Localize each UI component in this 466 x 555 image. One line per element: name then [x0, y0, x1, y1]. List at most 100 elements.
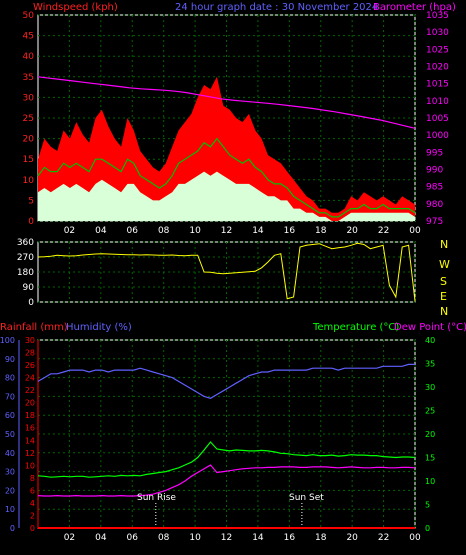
temperature-tick-label: 40 [425, 336, 435, 345]
x-tick-label: 18 [315, 533, 327, 543]
temperature-tick-label: 10 [425, 477, 435, 486]
humidity-tick-label: 100 [0, 336, 15, 345]
x-tick-label: 14 [252, 533, 264, 543]
y-tick-label: 30 [23, 93, 35, 103]
x-tick-label: 00 [409, 533, 421, 543]
y2-tick-label: 1020 [426, 63, 449, 73]
temperature-tick-label: 30 [425, 383, 435, 392]
y2-tick-label: 985 [426, 183, 443, 193]
compass-label: N [440, 305, 448, 318]
y2-tick-label: 1010 [426, 97, 449, 107]
y-tick-label: 15 [23, 155, 34, 165]
humidity-tick-label: 30 [5, 468, 15, 477]
x-tick-label: 16 [284, 226, 296, 236]
compass-label: S [440, 275, 447, 288]
x-tick-label: 18 [315, 226, 327, 236]
y-tick-label: 40 [23, 52, 35, 62]
x-tick-label: 02 [64, 533, 75, 543]
rainfall-tick-label: 22 [25, 386, 35, 395]
dewpoint-axis-title: Dew Point (°C) [394, 322, 466, 333]
y-tick-label: 10 [23, 176, 35, 186]
y-tick-label: 25 [23, 114, 34, 124]
temperature-axis-title: Temperature (°C) [312, 322, 399, 333]
y-tick-label: 50 [23, 11, 35, 21]
y2-tick-label: 1030 [426, 28, 449, 38]
rainfall-tick-label: 14 [25, 436, 35, 445]
humidity-axis-title: Humidity (%) [66, 322, 132, 333]
rainfall-tick-label: 30 [25, 336, 35, 345]
y2-tick-label: 1035 [426, 11, 449, 21]
rainfall-tick-label: 18 [25, 411, 35, 420]
x-tick-label: 10 [189, 226, 201, 236]
y2-tick-label: 1025 [426, 45, 449, 55]
x-tick-label: 08 [158, 533, 170, 543]
x-tick-label: 08 [158, 226, 170, 236]
sunrise-label: Sun Rise [137, 493, 176, 503]
y-tick-label: 20 [23, 135, 35, 145]
y-tick-label: 360 [17, 238, 34, 248]
x-tick-label: 20 [346, 226, 358, 236]
x-tick-label: 04 [95, 226, 107, 236]
y-tick-label: 0 [28, 298, 34, 308]
compass-label: W [439, 258, 450, 271]
rainfall-tick-label: 10 [25, 461, 35, 470]
humidity-tick-label: 80 [5, 374, 15, 383]
temperature-tick-label: 0 [425, 524, 430, 533]
rainfall-axis-title: Rainfall (mm) [0, 322, 68, 333]
humidity-tick-label: 50 [5, 430, 15, 439]
rainfall-tick-label: 16 [25, 424, 35, 433]
x-tick-label: 12 [221, 533, 232, 543]
x-tick-label: 22 [378, 533, 389, 543]
x-tick-label: 20 [346, 533, 358, 543]
humidity-tick-label: 60 [5, 411, 15, 420]
humidity-tick-label: 40 [5, 449, 15, 458]
wind-axis-title: Windspeed (kph) [33, 2, 118, 13]
x-tick-label: 04 [95, 533, 107, 543]
y2-tick-label: 1000 [426, 131, 449, 141]
y2-tick-label: 990 [426, 166, 443, 176]
y-tick-label: 35 [23, 73, 34, 83]
compass-label: E [440, 290, 447, 303]
x-tick-label: 14 [252, 226, 264, 236]
rainfall-tick-label: 24 [25, 374, 35, 383]
rainfall-tick-label: 20 [25, 399, 35, 408]
rainfall-tick-label: 6 [30, 486, 35, 495]
sunset-label: Sun Set [289, 493, 324, 503]
y-tick-label: 270 [17, 253, 34, 263]
rainfall-tick-label: 26 [25, 361, 35, 370]
y2-tick-label: 995 [426, 148, 443, 158]
rainfall-tick-label: 12 [25, 449, 35, 458]
temperature-tick-label: 20 [425, 430, 435, 439]
x-tick-label: 10 [189, 533, 201, 543]
y-tick-label: 45 [23, 32, 34, 42]
y2-tick-label: 1015 [426, 80, 449, 90]
y-tick-label: 180 [17, 268, 34, 278]
temperature-tick-label: 15 [425, 454, 435, 463]
y2-tick-label: 1005 [426, 114, 449, 124]
y-tick-label: 90 [23, 283, 35, 293]
rainfall-tick-label: 0 [30, 524, 35, 533]
wind-plot: 0510152025303540455097598098599099510001… [23, 11, 450, 236]
rainfall-tick-label: 28 [25, 349, 35, 358]
x-tick-label: 06 [127, 226, 139, 236]
weather-graph: Windspeed (kph) 24 hour graph date : 30 … [0, 2, 466, 543]
humidity-tick-label: 10 [5, 505, 15, 514]
humidity-tick-label: 90 [5, 355, 15, 364]
direction-plot: 0 90 180 270 360 [17, 238, 416, 308]
humidity-tick-label: 20 [5, 486, 15, 495]
x-tick-label: 06 [127, 533, 139, 543]
temperature-tick-label: 35 [425, 360, 435, 369]
rainfall-tick-label: 2 [30, 511, 35, 520]
rainfall-tick-label: 8 [30, 474, 35, 483]
y-tick-label: 0 [28, 217, 34, 227]
x-tick-label: 12 [221, 226, 232, 236]
humidity-tick-label: 0 [10, 524, 15, 533]
y2-tick-label: 980 [426, 200, 443, 210]
y2-tick-label: 975 [426, 217, 443, 227]
climate-plot: 0102030405060708090100024681012141618202… [0, 336, 435, 543]
humidity-tick-label: 70 [5, 392, 15, 401]
rainfall-tick-label: 4 [30, 499, 35, 508]
temperature-tick-label: 25 [425, 407, 435, 416]
x-tick-label: 02 [64, 226, 75, 236]
x-tick-label: 16 [284, 533, 296, 543]
